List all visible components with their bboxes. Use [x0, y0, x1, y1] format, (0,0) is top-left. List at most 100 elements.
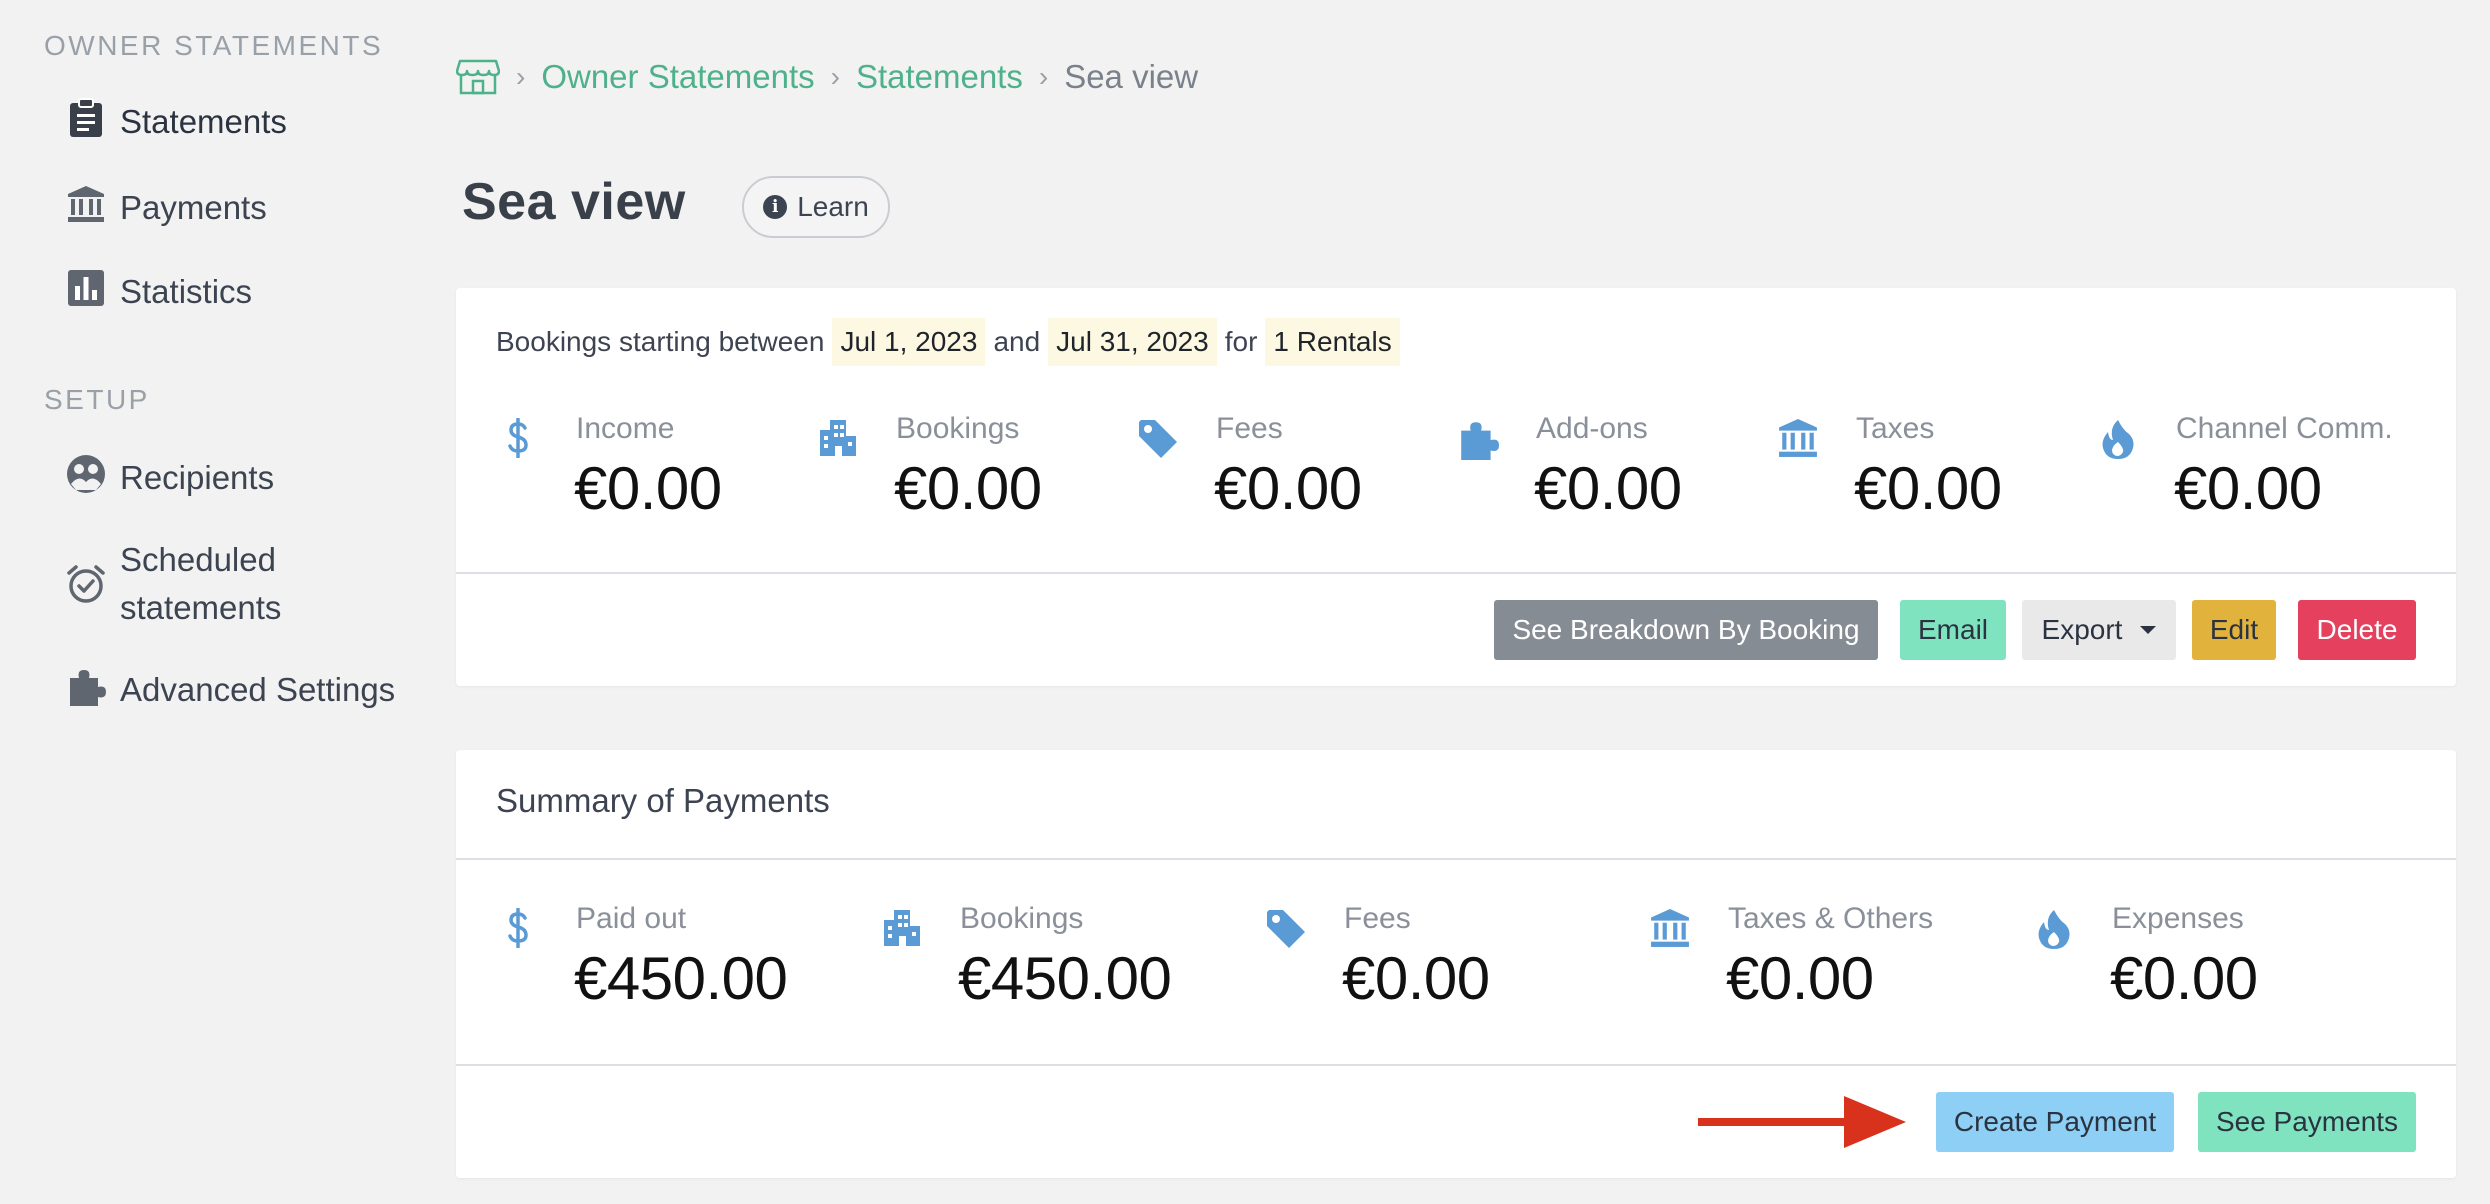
sidebar-item-statements[interactable]: Statements	[66, 98, 287, 146]
statement-actions: See Breakdown By Booking Email Export Ed…	[1472, 600, 2416, 660]
puzzle-icon	[66, 666, 106, 706]
chevron-right-icon: ›	[516, 61, 526, 92]
stat-label: Bookings	[896, 412, 1020, 445]
sidebar-item-scheduled-statements[interactable]: Scheduled statements	[66, 536, 281, 632]
sidebar-heading-setup: SETUP	[44, 384, 150, 415]
sidebar-item-label: Advanced Settings	[120, 671, 396, 708]
range-for: for	[1224, 326, 1258, 357]
see-payments-button[interactable]: See Payments	[2198, 1092, 2416, 1152]
payments-actions: Create Payment See Payments	[1914, 1092, 2416, 1152]
stat-value: €450.00	[574, 945, 788, 1012]
building-icon	[880, 908, 924, 952]
rentals-count: 1 Rentals	[1265, 318, 1400, 366]
stat-label: Add-ons	[1536, 412, 1648, 445]
see-breakdown-button[interactable]: See Breakdown By Booking	[1494, 600, 1878, 660]
range-and: and	[993, 326, 1041, 357]
stat-label: Taxes & Others	[1728, 902, 1934, 935]
breadcrumb-statements[interactable]: Statements	[856, 58, 1023, 96]
sidebar-item-label: Statements	[120, 103, 287, 140]
end-date: Jul 31, 2023	[1048, 318, 1217, 366]
clipboard-icon	[66, 98, 106, 138]
sidebar-item-label: Statistics	[120, 273, 253, 310]
summary-title: Summary of Payments	[496, 782, 830, 819]
sidebar-item-label: Payments	[120, 189, 267, 226]
stat-label: Bookings	[960, 902, 1084, 935]
sidebar-item-label: Scheduled statements	[120, 536, 281, 632]
tag-icon	[1136, 418, 1180, 462]
stat-value: €0.00	[2110, 945, 2258, 1012]
export-label: Export	[2041, 614, 2123, 645]
info-icon: i	[763, 195, 788, 219]
stat-channel-comm: Channel Comm. €0.00	[2096, 408, 2396, 522]
stat-fees: Fees €0.00	[1264, 898, 1648, 1012]
payments-summary-card: Summary of Payments Paid out €450.00 Boo…	[456, 750, 2456, 1178]
export-dropdown-button[interactable]: Export	[2022, 600, 2176, 660]
bank-icon	[66, 184, 106, 224]
stat-taxes-others: Taxes & Others €0.00	[1648, 898, 2032, 1012]
stat-value: €450.00	[958, 945, 1172, 1012]
booking-range-line: Bookings starting between Jul 1, 2023 an…	[496, 318, 1408, 366]
dollar-icon	[496, 418, 540, 462]
stat-value: €0.00	[1534, 455, 1682, 522]
stat-label: Fees	[1216, 412, 1283, 445]
bank-icon	[1776, 418, 1820, 462]
stat-fees: Fees €0.00	[1136, 408, 1456, 522]
tag-icon	[1264, 908, 1308, 952]
delete-button[interactable]: Delete	[2298, 600, 2416, 660]
range-prefix: Bookings starting between	[496, 326, 825, 357]
stat-bookings: Bookings €0.00	[816, 408, 1136, 522]
breadcrumb-owner-statements[interactable]: Owner Statements	[541, 58, 814, 96]
flame-icon	[2096, 418, 2140, 462]
users-circle-icon	[66, 454, 106, 494]
create-payment-button[interactable]: Create Payment	[1936, 1092, 2174, 1152]
stat-expenses: Expenses €0.00	[2032, 898, 2332, 1012]
flame-icon	[2032, 908, 2076, 952]
start-date: Jul 1, 2023	[832, 318, 986, 366]
divider	[456, 572, 2456, 574]
home-store-icon[interactable]	[456, 57, 500, 97]
statement-stats: Income €0.00 Bookings €0.00 Fees €0.00 A…	[496, 408, 2396, 522]
sidebar-item-recipients[interactable]: Recipients	[66, 454, 274, 502]
stat-label: Paid out	[576, 902, 687, 935]
breadcrumb: › Owner Statements › Statements › Sea vi…	[456, 52, 1198, 102]
building-icon	[816, 418, 860, 462]
stat-label: Taxes	[1856, 412, 1935, 445]
sidebar-item-label-line1: Scheduled	[120, 541, 276, 578]
sidebar-item-advanced-settings[interactable]: Advanced Settings	[66, 666, 395, 714]
stat-paid-out: Paid out €450.00	[496, 898, 880, 1012]
stat-value: €0.00	[574, 455, 722, 522]
stat-value: €0.00	[1854, 455, 2002, 522]
bar-chart-icon	[66, 268, 106, 308]
page-title: Sea view	[462, 173, 686, 231]
learn-button[interactable]: i Learn	[742, 176, 890, 238]
stat-value: €0.00	[1342, 945, 1490, 1012]
sidebar-item-statistics[interactable]: Statistics	[66, 268, 252, 316]
stat-label: Income	[576, 412, 675, 445]
bank-icon	[1648, 908, 1692, 952]
payments-stats: Paid out €450.00 Bookings €450.00 Fees €…	[496, 898, 2332, 1012]
stat-income: Income €0.00	[496, 408, 816, 522]
sidebar: OWNER STATEMENTS Statements Payments Sta…	[0, 0, 440, 1204]
caret-down-icon	[2140, 626, 2157, 634]
sidebar-item-label: Recipients	[120, 459, 275, 496]
breadcrumb-current: Sea view	[1064, 58, 1199, 95]
stat-value: €0.00	[2174, 455, 2322, 522]
stat-value: €0.00	[1214, 455, 1362, 522]
stat-label: Expenses	[2112, 902, 2244, 935]
alarm-check-icon	[66, 564, 106, 604]
edit-button[interactable]: Edit	[2192, 600, 2276, 660]
stat-bookings: Bookings €450.00	[880, 898, 1264, 1012]
sidebar-item-payments[interactable]: Payments	[66, 184, 267, 232]
sidebar-heading-owner-statements: OWNER STATEMENTS	[44, 30, 384, 61]
stat-add-ons: Add-ons €0.00	[1456, 408, 1776, 522]
stat-value: €0.00	[1726, 945, 1874, 1012]
email-button[interactable]: Email	[1900, 600, 2006, 660]
puzzle-icon	[1456, 418, 1500, 462]
stat-value: €0.00	[894, 455, 1042, 522]
chevron-right-icon: ›	[1038, 61, 1049, 92]
chevron-right-icon: ›	[830, 61, 840, 92]
divider	[456, 858, 2456, 860]
stat-label: Channel Comm.	[2176, 412, 2393, 445]
stat-label: Fees	[1344, 902, 1411, 935]
learn-label: Learn	[797, 191, 869, 222]
